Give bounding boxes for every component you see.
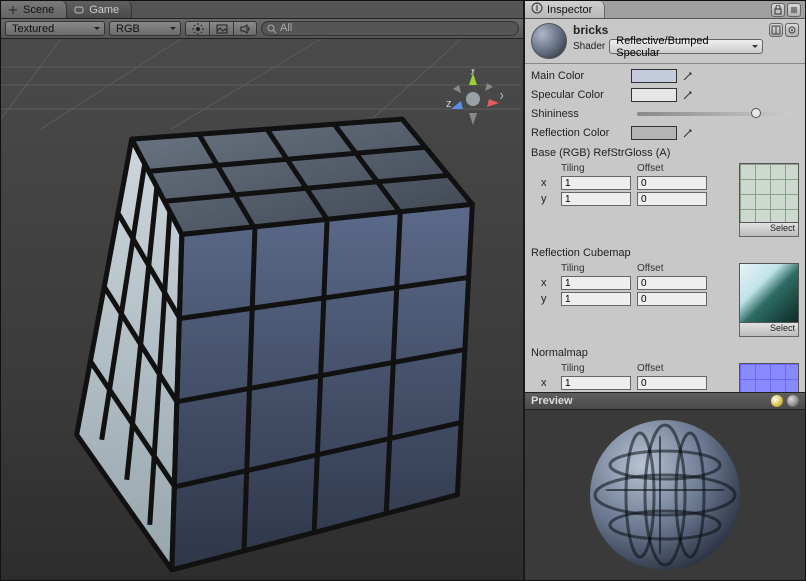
cubemap-offset-y[interactable] <box>637 292 707 306</box>
normalmap-section: Normalmap Tiling Offset x y <box>531 347 799 392</box>
preview-shape-icon[interactable] <box>787 395 799 407</box>
landscape-icon <box>216 23 228 35</box>
settings-button[interactable] <box>785 23 799 37</box>
eyedropper-icon <box>682 127 694 139</box>
normalmap-thumb[interactable] <box>739 363 799 392</box>
book-icon <box>771 25 781 35</box>
inspector-tab-bar: i Inspector <box>525 1 805 19</box>
cubemap-x-label: x <box>541 277 555 289</box>
normal-offset-label: Offset <box>637 363 707 374</box>
base-offset-x[interactable] <box>637 176 707 190</box>
base-x-label: x <box>541 177 555 189</box>
scene-toolbar: Textured RGB All <box>1 19 523 39</box>
tab-game-label: Game <box>89 4 119 16</box>
specular-color-swatch[interactable] <box>631 88 677 102</box>
preview-header[interactable]: Preview <box>525 392 805 410</box>
shader-dropdown[interactable]: Reflective/Bumped Specular <box>609 39 763 54</box>
shader-value: Reflective/Bumped Specular <box>616 35 748 59</box>
normalmap-title: Normalmap <box>531 347 799 359</box>
cubemap-title: Reflection Cubemap <box>531 247 799 259</box>
scene-icon <box>7 4 19 16</box>
left-tab-bar: Scene Game <box>1 1 523 19</box>
base-tiling-x[interactable] <box>561 176 631 190</box>
skybox-toggle[interactable] <box>209 21 233 36</box>
base-texture-section: Base (RGB) RefStrGloss (A) Tiling Offset… <box>531 147 799 237</box>
inspector-icon: i <box>531 2 543 17</box>
material-preview-small <box>531 23 567 59</box>
eyedropper-icon <box>682 89 694 101</box>
cubemap-select[interactable]: Select <box>739 323 799 337</box>
preview-light-icon[interactable] <box>771 395 783 407</box>
help-button[interactable] <box>769 23 783 37</box>
preview-sphere <box>590 420 740 570</box>
color-mode-dropdown[interactable]: RGB <box>109 21 181 36</box>
base-y-label: y <box>541 193 555 205</box>
tab-inspector-label: Inspector <box>547 4 592 16</box>
scene-search[interactable]: All <box>261 21 519 36</box>
base-texture-select[interactable]: Select <box>739 223 799 237</box>
audio-toggle[interactable] <box>233 21 257 36</box>
normal-x-label: x <box>541 377 555 389</box>
search-icon <box>267 24 277 37</box>
panel-menu-button[interactable] <box>787 3 801 17</box>
search-placeholder: All <box>280 22 292 34</box>
specular-color-label: Specular Color <box>531 89 631 101</box>
sun-icon <box>192 23 204 35</box>
specular-color-picker[interactable] <box>681 88 695 102</box>
scene-panel: Scene Game Textured RGB <box>1 1 525 580</box>
lock-icon <box>773 5 783 15</box>
svg-text:x: x <box>500 90 503 102</box>
cubemap-offset-x[interactable] <box>637 276 707 290</box>
svg-text:z: z <box>446 98 452 110</box>
shininess-slider[interactable] <box>637 112 793 116</box>
reflection-color-picker[interactable] <box>681 126 695 140</box>
light-toggle[interactable] <box>185 21 209 36</box>
inspector-panel: i Inspector bricks Shader Reflective/Bum… <box>525 1 805 580</box>
cubemap-tiling-y[interactable] <box>561 292 631 306</box>
lock-button[interactable] <box>771 3 785 17</box>
tab-inspector[interactable]: i Inspector <box>525 1 605 18</box>
cubemap-tiling-label: Tiling <box>561 263 631 274</box>
shininess-label: Shininess <box>531 108 631 120</box>
tab-scene-label: Scene <box>23 4 54 16</box>
game-icon <box>73 4 85 16</box>
scene-viewport[interactable]: y x z <box>1 39 523 580</box>
svg-text:y: y <box>470 69 476 75</box>
reflection-color-label: Reflection Color <box>531 127 631 139</box>
view-mode-value: Textured <box>12 23 54 35</box>
tab-scene[interactable]: Scene <box>1 1 67 18</box>
normal-offset-x[interactable] <box>637 376 707 390</box>
material-preview[interactable] <box>525 410 805 580</box>
normal-tiling-x[interactable] <box>561 376 631 390</box>
color-mode-value: RGB <box>116 23 140 35</box>
base-texture-thumb[interactable] <box>739 163 799 223</box>
eyedropper-icon <box>682 70 694 82</box>
orientation-gizmo[interactable]: y x z <box>443 69 503 129</box>
cubemap-tiling-x[interactable] <box>561 276 631 290</box>
main-color-label: Main Color <box>531 70 631 82</box>
base-tiling-y[interactable] <box>561 192 631 206</box>
main-color-swatch[interactable] <box>631 69 677 83</box>
main-color-picker[interactable] <box>681 69 695 83</box>
normal-tiling-label: Tiling <box>561 363 631 374</box>
material-header: bricks Shader Reflective/Bumped Specular <box>525 19 805 64</box>
preview-label: Preview <box>531 395 573 407</box>
svg-text:i: i <box>536 2 538 14</box>
menu-icon <box>789 5 799 15</box>
base-offset-label: Offset <box>637 163 707 174</box>
cubemap-thumb[interactable] <box>739 263 799 323</box>
shader-label: Shader <box>573 41 605 52</box>
base-texture-title: Base (RGB) RefStrGloss (A) <box>531 147 799 159</box>
base-tiling-label: Tiling <box>561 163 631 174</box>
gear-icon <box>787 25 797 35</box>
material-properties: Main Color Specular Color Shininess Refl… <box>525 64 805 392</box>
base-offset-y[interactable] <box>637 192 707 206</box>
view-mode-dropdown[interactable]: Textured <box>5 21 105 36</box>
reflection-color-swatch[interactable] <box>631 126 677 140</box>
cubemap-y-label: y <box>541 293 555 305</box>
cubemap-offset-label: Offset <box>637 263 707 274</box>
cubemap-section: Reflection Cubemap Tiling Offset x y <box>531 247 799 337</box>
tab-game[interactable]: Game <box>67 1 132 18</box>
audio-icon <box>239 23 251 35</box>
